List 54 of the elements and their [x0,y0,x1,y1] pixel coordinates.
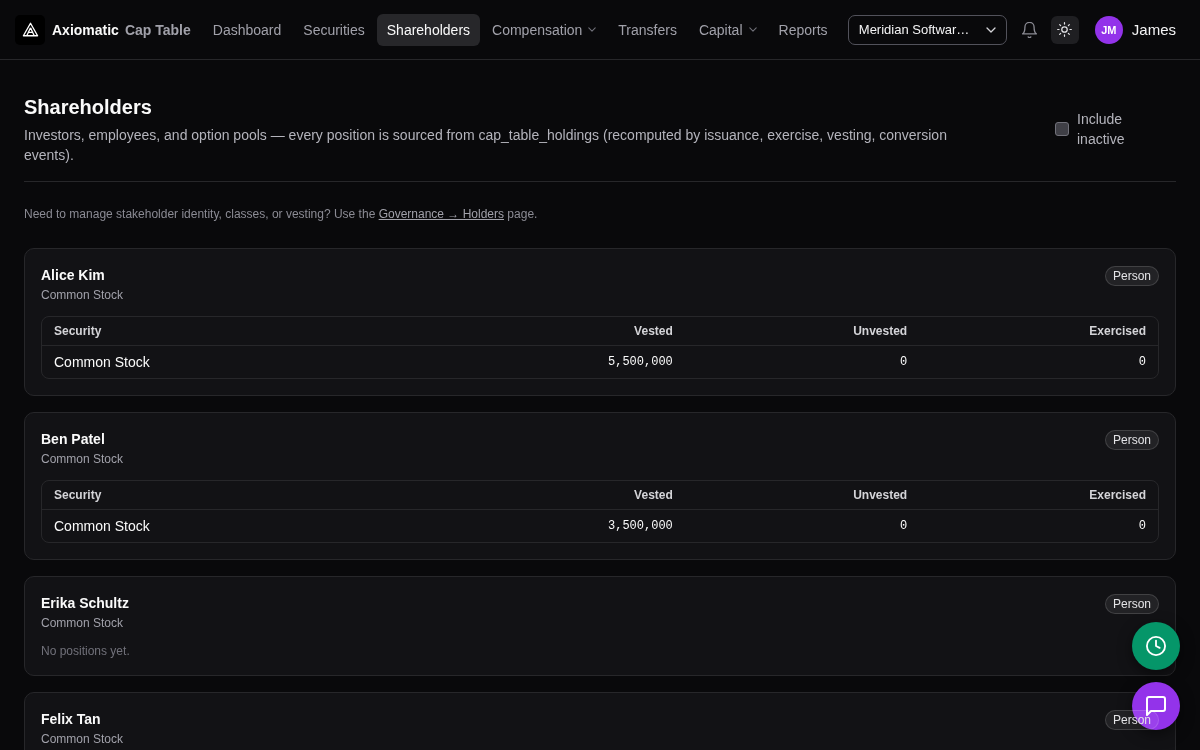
shareholder-name: Ben Patel [41,430,106,449]
company-select[interactable]: Meridian Softwar… [847,14,1007,45]
nav-tab[interactable]: Capital [688,13,767,46]
security-class-label: Common Stock [41,731,124,747]
table-cell-text: 0 [898,355,909,369]
governance-holders-link[interactable]: Governance → Holders [378,207,505,221]
holder-type-badge: Person [1104,594,1159,614]
nav-tab[interactable]: Transfers [608,13,687,46]
theme-toggle-button[interactable] [1050,15,1079,44]
shareholder-name: Alice Kim [41,266,106,285]
chat-bubble-icon [1146,696,1166,716]
holder-type-badge: Person [1104,430,1159,450]
column-header: Exercised [1088,488,1147,502]
column-header: Unvested [852,324,909,338]
empty-state-text: No positions yet. [41,643,131,659]
clock-icon [1146,636,1166,656]
column-header: Vested [633,488,674,502]
column-header: Exercised [1088,324,1147,338]
help-note: Need to manage stakeholder identity, classes, or vesting? Use the Governance → Holders page. [24,206,539,222]
page-title: Shareholders [24,95,153,120]
column-header: Security [53,488,103,502]
table-cell-text: 0 [1137,519,1147,533]
nav-tab[interactable]: Compensation [482,13,607,46]
nav-tab[interactable]: Shareholders [376,13,481,46]
product-name: Cap Table [124,21,191,38]
brand-name: Axiomatic [52,21,119,38]
table-cell-text: Common Stock [53,518,151,534]
sun-icon [1057,22,1073,37]
table-cell-text: 5,500,000 [607,355,674,369]
user-name[interactable]: James [1131,21,1176,38]
chevron-down-icon [588,27,597,32]
bell-icon[interactable] [1021,21,1037,38]
table-cell-text: Common Stock [53,354,151,370]
table-cell-text: 3,500,000 [607,519,674,533]
triangle-logo-icon [15,14,45,45]
security-class-label: Common Stock [41,615,125,631]
shareholder-name: Erika Schultz [41,594,129,613]
nav-tab[interactable]: Reports [768,13,838,46]
holder-type-badge: Person [1104,266,1159,286]
security-class-label: Common Stock [41,287,124,303]
checkbox[interactable] [1055,122,1069,136]
column-header: Security [53,324,103,338]
table-cell-text: 0 [1137,355,1147,369]
page-subtitle: Investors, employees, and option pools — every position is sourced from cap_table_holdings (recomputed by issuance, exercise, vesting, conversion events). [24,126,948,165]
table-cell-text: 0 [898,519,909,533]
column-header: Vested [633,324,674,338]
chevron-down-icon [748,27,757,32]
nav-tab[interactable]: Dashboard [202,13,292,46]
shareholder-name: Felix Tan [41,710,102,729]
nav-tab[interactable]: Securities [293,13,375,46]
column-header: Unvested [852,488,909,502]
security-class-label: Common Stock [41,451,124,467]
user-avatar[interactable]: JM [1094,15,1123,44]
chevron-down-icon [985,26,996,33]
